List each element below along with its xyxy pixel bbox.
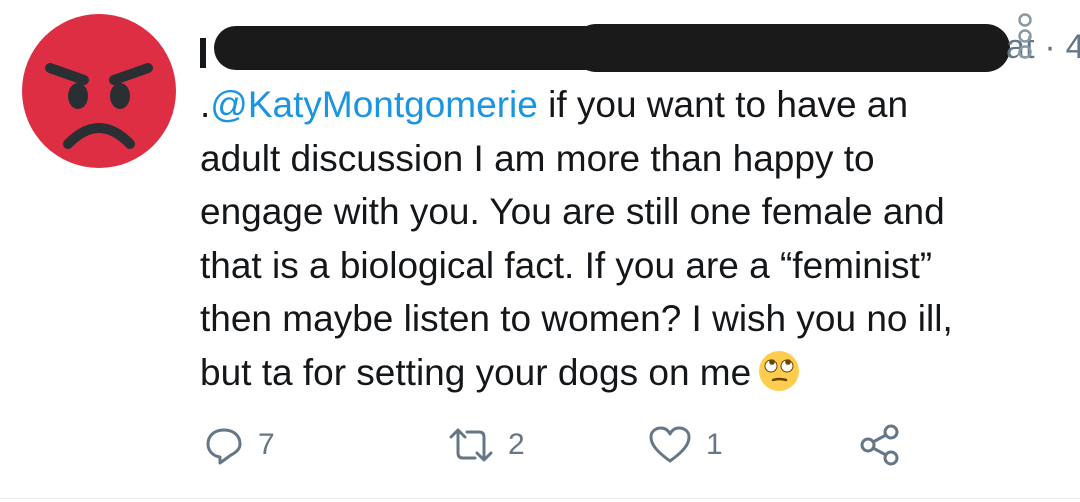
divider	[0, 498, 1080, 499]
user-avatar[interactable]	[22, 14, 176, 168]
heart-icon	[649, 426, 691, 463]
like-button[interactable]: 1	[648, 420, 723, 470]
reply-icon	[206, 428, 242, 465]
mention-link[interactable]: @KatyMontgomerie	[210, 84, 538, 125]
tweet-header: at · 4h	[200, 22, 1080, 72]
like-count: 1	[706, 428, 723, 461]
face-with-rolling-eyes-icon	[759, 350, 800, 391]
share-button[interactable]	[858, 420, 902, 470]
tweet-text-prefix: .	[200, 84, 211, 125]
retweet-button[interactable]: 2	[448, 420, 525, 470]
tweet-actions: 7 2 1	[200, 420, 1060, 476]
display-name-fragment[interactable]	[200, 38, 206, 68]
angry-face-icon	[45, 63, 153, 149]
reply-count: 7	[258, 428, 275, 461]
reply-button[interactable]: 7	[204, 420, 275, 470]
more-options-icon[interactable]	[1014, 12, 1036, 60]
redacted-username	[572, 24, 1010, 72]
retweet-count: 2	[508, 428, 525, 461]
tweet-text-body: if you want to have an adult discussion …	[200, 84, 953, 393]
share-icon	[860, 424, 899, 466]
tweet[interactable]: at · 4h .@KatyMontgomerie if you want to…	[0, 0, 1080, 502]
retweet-icon	[449, 428, 493, 462]
tweet-text: .@KatyMontgomerie if you want to have an…	[200, 78, 1060, 399]
